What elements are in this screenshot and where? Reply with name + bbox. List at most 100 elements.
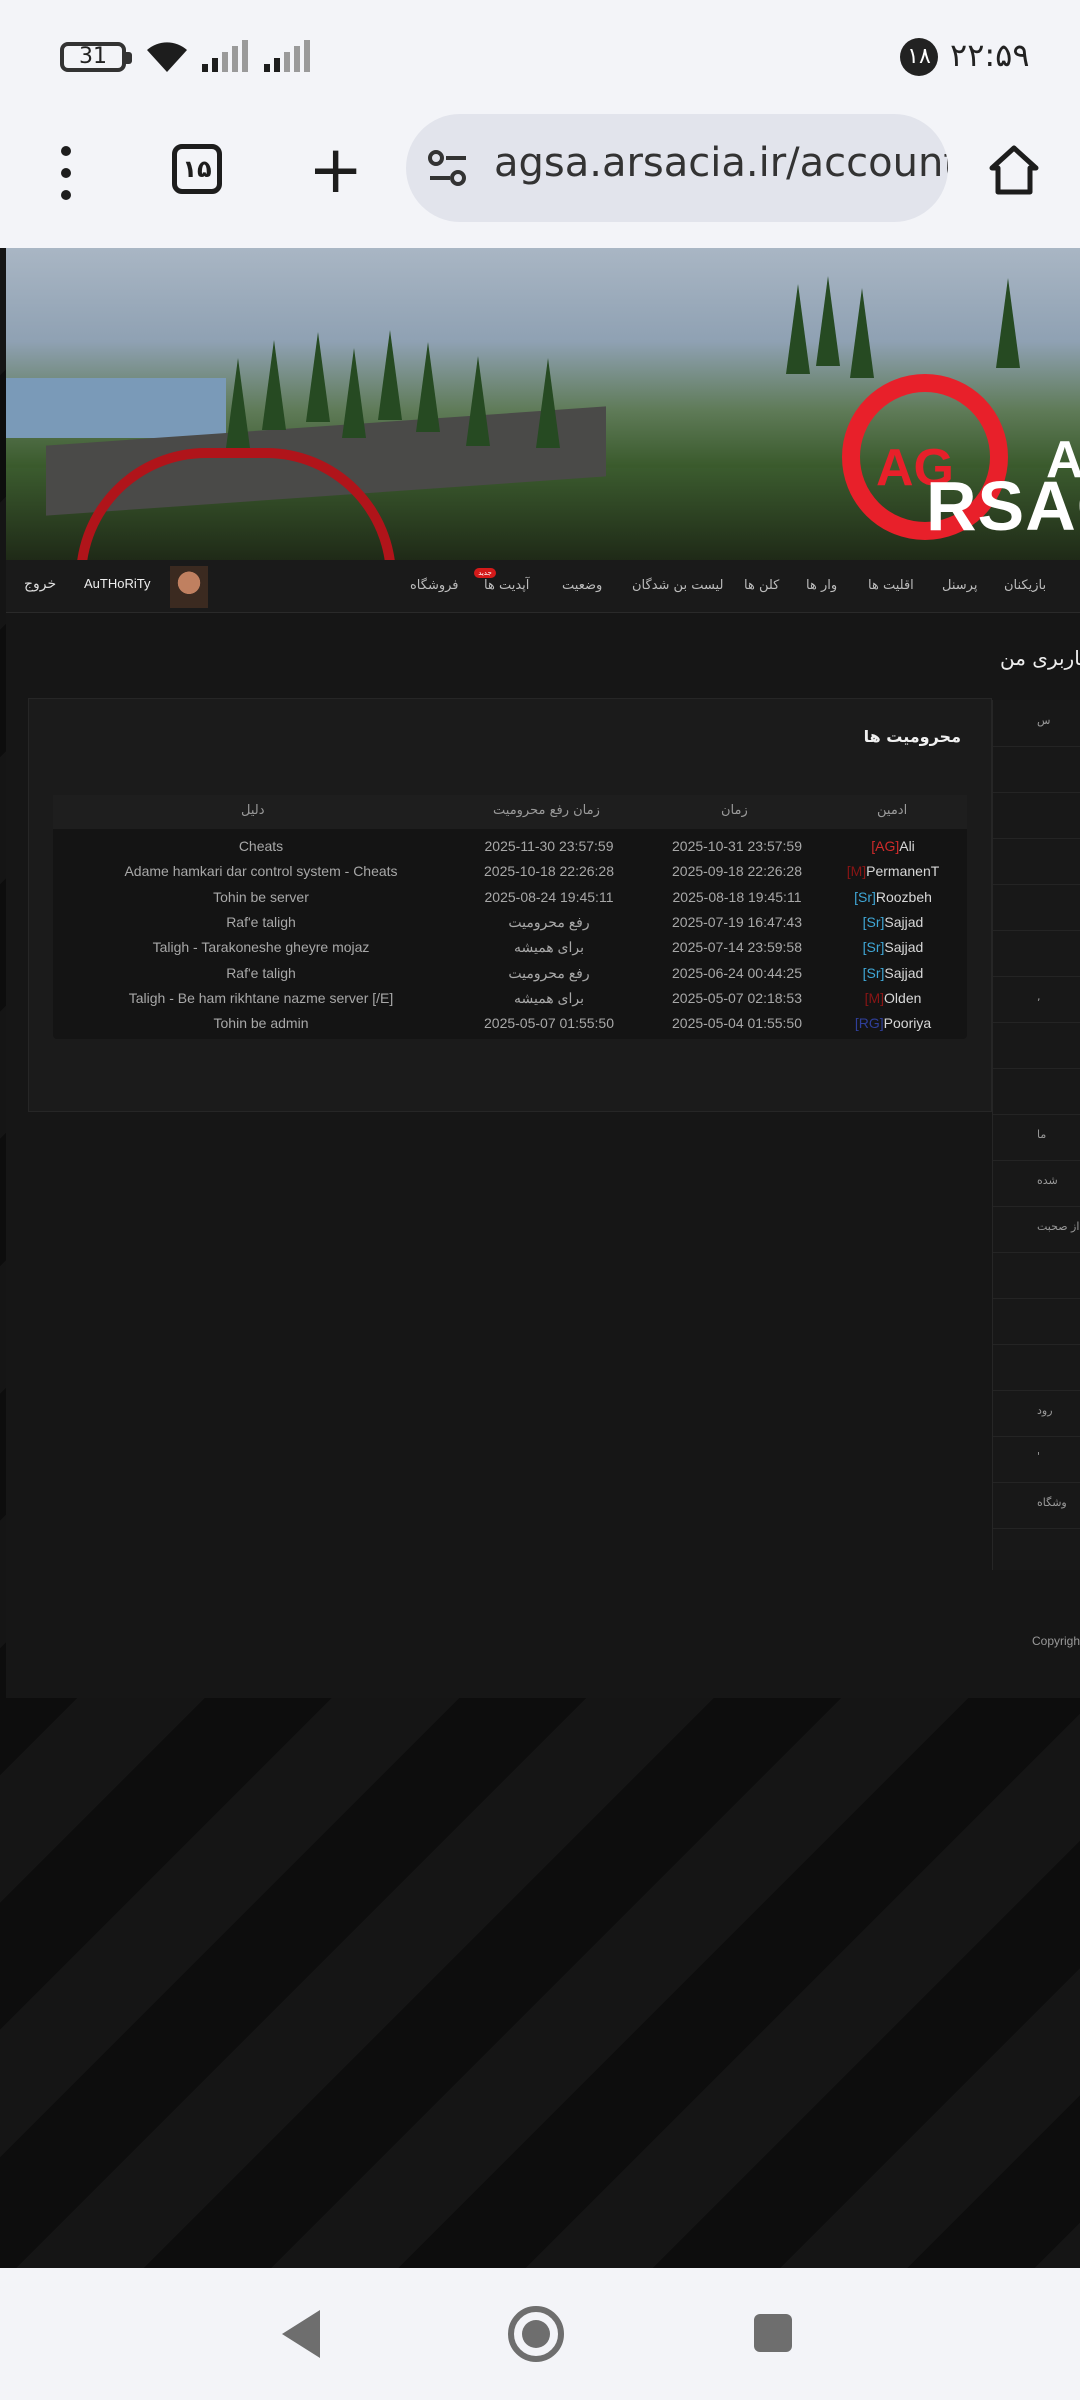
cell-admin[interactable]: [AG]Ali	[871, 838, 915, 854]
system-navigation-bar	[0, 2268, 1080, 2400]
cell-unban-time: رفع محرومیت	[508, 964, 590, 981]
menu-dots-icon[interactable]	[56, 146, 76, 206]
cell-admin[interactable]: [Sr]Sajjad	[863, 965, 924, 981]
sidebar-item[interactable]	[993, 884, 1080, 931]
admin-name[interactable]: Sajjad	[884, 914, 923, 930]
admin-name[interactable]: Sajjad	[884, 965, 923, 981]
cell-admin[interactable]: [Sr]Sajjad	[863, 939, 924, 955]
site-container: AG A RSAC خروج AuTHoRiTy فروشگاه جدید آپ…	[6, 248, 1080, 1698]
admin-name[interactable]: PermanenT	[866, 863, 939, 879]
status-bar: 31 ۱۸ ۲۲:۵۹	[0, 0, 1080, 110]
account-sidebar: س, ما شده از صحبت رود ' وشگاه	[992, 700, 1080, 1570]
table-row: Taligh - Tarakoneshe gheyre mojaz برای هم…	[53, 936, 967, 961]
cell-reason: Adame hamkari dar control system - Cheat…	[124, 863, 398, 880]
sidebar-item[interactable]: '	[993, 1436, 1080, 1483]
tabs-button[interactable]: ۱۵	[172, 144, 222, 194]
nav-clans[interactable]: کلن ها	[744, 578, 779, 593]
nav-staff[interactable]: پرسنل	[942, 578, 977, 593]
header-unban-time: زمان رفع محرومیت	[493, 803, 600, 818]
sidebar-item[interactable]: ,	[993, 976, 1080, 1023]
home-icon[interactable]	[988, 144, 1040, 196]
admin-name[interactable]: Olden	[884, 990, 921, 1006]
url-bar[interactable]: agsa.arsacia.ir/account	[406, 114, 948, 222]
nav-wars[interactable]: وار ها	[806, 578, 837, 593]
signal-icon-sim1	[202, 40, 248, 72]
sidebar-item-label: س	[1037, 714, 1051, 727]
nav-store[interactable]: فروشگاه	[410, 578, 459, 593]
battery-icon: 31	[60, 42, 126, 72]
sidebar-item-label: ما	[1037, 1128, 1047, 1141]
bans-panel: محرومیت ها دلیل زمان رفع محرومیت زمان اد…	[28, 698, 992, 1112]
sidebar-item[interactable]: ما	[993, 1114, 1080, 1161]
sidebar-item[interactable]: شده	[993, 1160, 1080, 1207]
sidebar-item[interactable]	[993, 792, 1080, 839]
cell-reason: Tohin be server	[213, 888, 309, 905]
cell-unban-time: رفع محرومیت	[508, 913, 590, 930]
cell-admin[interactable]: [Sr]Sajjad	[863, 914, 924, 930]
cell-time: 2025-07-19 16:47:43	[672, 913, 802, 930]
cell-admin[interactable]: [Sr]Roozbeh	[854, 889, 932, 905]
site-settings-icon[interactable]	[426, 146, 470, 190]
admin-name[interactable]: Roozbeh	[876, 889, 932, 905]
admin-rank-tag: [Sr]	[862, 964, 885, 981]
url-text[interactable]: agsa.arsacia.ir/account	[494, 140, 948, 186]
table-row: Taligh - Be ham rikhtane nazme server [/…	[53, 987, 967, 1012]
table-row: Cheats 2025-11-30 23:57:59 2025-10-31 23:5…	[53, 835, 967, 860]
back-icon[interactable]	[282, 2310, 320, 2358]
cell-reason: Cheats	[238, 838, 284, 854]
cell-unban-time: 2025-10-18 22:26:28	[484, 863, 614, 880]
admin-name[interactable]: Ali	[899, 838, 915, 854]
recents-icon[interactable]	[754, 2314, 792, 2352]
notification-badge: ۱۸	[900, 38, 938, 76]
admin-rank-tag: [M]	[846, 863, 867, 880]
sidebar-item[interactable]	[993, 1068, 1080, 1115]
sidebar-item[interactable]: س	[993, 700, 1080, 747]
avatar[interactable]	[170, 566, 208, 608]
cell-time: 2025-06-24 00:44:25	[672, 964, 802, 981]
username-link[interactable]: AuTHoRiTy	[84, 576, 150, 591]
cell-unban-time: برای همیشه	[513, 939, 585, 956]
cell-admin[interactable]: [M]PermanenT	[847, 863, 940, 879]
site-banner: AG A RSAC	[6, 248, 1080, 560]
table-row: Adame hamkari dar control system - Cheat…	[53, 860, 967, 885]
header-time: زمان	[721, 803, 748, 818]
nav-ban-list[interactable]: لیست بن شدگان	[632, 578, 723, 593]
nav-updates[interactable]: آپدیت ها	[484, 578, 529, 593]
nav-status[interactable]: وضعیت	[562, 578, 602, 593]
site-navbar: خروج AuTHoRiTy فروشگاه جدید آپدیت ها وضع…	[6, 560, 1080, 613]
admin-name[interactable]: Pooriya	[884, 1015, 931, 1031]
cell-time: 2025-07-14 23:59:58	[672, 939, 802, 956]
cell-time: 2025-05-04 01:55:50	[672, 1015, 802, 1032]
nav-minorities[interactable]: اقلیت ها	[868, 578, 914, 593]
sidebar-item-label: '	[1037, 1450, 1041, 1463]
nav-players[interactable]: بازیکنان	[1004, 578, 1046, 593]
sidebar-item[interactable]	[993, 1022, 1080, 1069]
sidebar-item[interactable]: وشگاه	[993, 1482, 1080, 1529]
signal-icon-sim2	[264, 40, 310, 72]
sidebar-item-label: ,	[1037, 990, 1041, 1003]
battery-level: 31	[79, 44, 107, 69]
cell-admin[interactable]: [M]Olden	[865, 990, 922, 1006]
sidebar-item[interactable]: رود	[993, 1390, 1080, 1437]
sidebar-item[interactable]	[993, 838, 1080, 885]
sidebar-item[interactable]	[993, 1298, 1080, 1345]
cell-reason: Tohin be admin	[213, 1015, 309, 1032]
cell-admin[interactable]: [RG]Pooriya	[855, 1015, 931, 1031]
cell-unban-time: برای همیشه	[513, 989, 585, 1006]
sidebar-item[interactable]	[993, 746, 1080, 793]
table-row: Raf'e taligh رفع محرومیت 2025-07-19 16:47:…	[53, 911, 967, 936]
cell-time: 2025-09-18 22:26:28	[672, 863, 802, 880]
home-button-icon[interactable]	[508, 2306, 564, 2362]
new-badge: جدید	[474, 568, 496, 578]
sidebar-item[interactable]	[993, 1344, 1080, 1391]
sidebar-item[interactable]	[993, 1252, 1080, 1299]
sidebar-item[interactable]	[993, 930, 1080, 977]
logout-link[interactable]: خروج	[24, 576, 56, 592]
logo-text: RSAC	[926, 467, 1080, 545]
cell-time: 2025-10-31 23:57:59	[672, 838, 802, 854]
cell-reason: Taligh - Tarakoneshe gheyre mojaz	[152, 939, 370, 956]
admin-name[interactable]: Sajjad	[884, 939, 923, 955]
new-tab-plus-icon[interactable]: +	[308, 137, 363, 203]
bans-panel-title: محرومیت ها	[863, 727, 961, 746]
sidebar-item[interactable]: از صحبت	[993, 1206, 1080, 1253]
